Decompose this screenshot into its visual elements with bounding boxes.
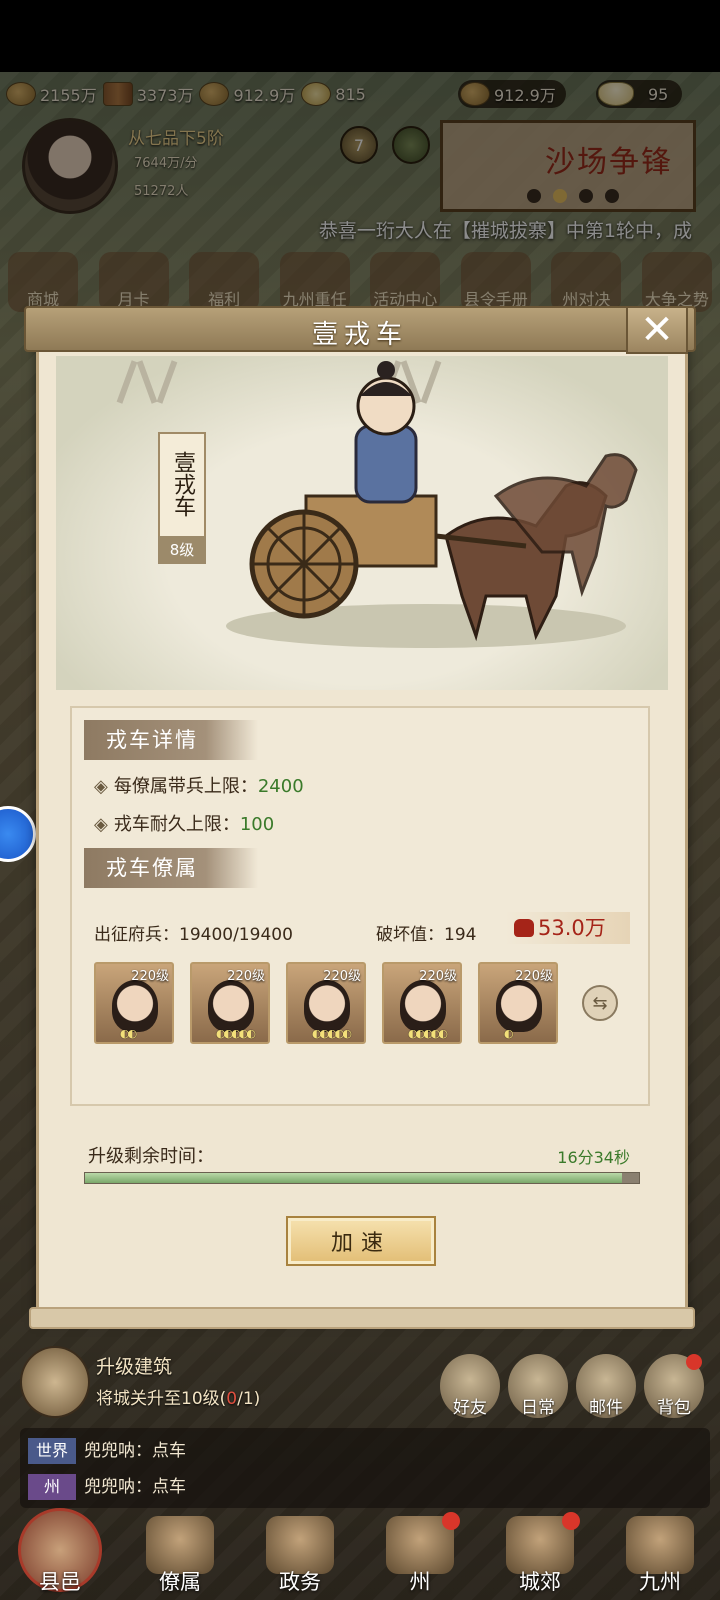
notification-dot	[442, 1512, 460, 1530]
officer-card[interactable]: 220级 ◐◐◐◐◐	[382, 962, 462, 1044]
power-value: 53.0万	[506, 912, 630, 944]
chat-box[interactable]: 世界 兜兜呐：点车 州兜兜呐：点车	[20, 1428, 710, 1508]
chat-message: 州兜兜呐：点车	[28, 1472, 186, 1500]
nav-state[interactable]: 州	[370, 1512, 470, 1596]
officer-card[interactable]: 220级 ◐◐◐◐◐	[190, 962, 270, 1044]
nav-county[interactable]: 县邑	[10, 1508, 110, 1596]
chat-message: 世界 兜兜呐：点车	[28, 1436, 186, 1464]
notification-dot	[562, 1512, 580, 1530]
channel-state-tag: 州	[28, 1474, 76, 1500]
chariot-illustration: 壹戎车 8级	[56, 356, 668, 690]
unit-level: 8级	[158, 536, 206, 564]
officer-list: 220级 ◐◐ 220级 ◐◐◐◐◐ 220级 ◐◐◐◐◐ 220级 ◐◐◐◐◐ 220…	[94, 962, 618, 1044]
friends-button[interactable]: 好友	[440, 1354, 500, 1418]
quest-tracker[interactable]: 升级建筑 将城关升至10级(0/1)	[20, 1346, 440, 1418]
nav-affairs[interactable]: 政务	[250, 1516, 350, 1596]
channel-world-tag: 世界	[28, 1438, 76, 1464]
officer-portrait	[304, 980, 350, 1032]
detail-troop-limit: ◈ 每僚属带兵上限：2400	[94, 776, 304, 797]
close-icon: ✕	[640, 307, 674, 353]
officers-heading: 戎车僚属	[84, 848, 258, 888]
quest-scroll-icon	[20, 1346, 90, 1418]
upgrade-timer-value: 16分34秒	[557, 1148, 630, 1167]
quest-description: 将城关升至10级(0/1)	[96, 1389, 261, 1409]
officer-card[interactable]: 220级 ◐◐	[94, 962, 174, 1044]
fence-decoration	[114, 360, 184, 404]
diamond-icon: ◈	[94, 776, 108, 797]
dialog-titlebar: 壹戎车 ✕	[24, 306, 696, 354]
officer-portrait	[400, 980, 446, 1032]
swap-officers-button[interactable]: ⇆	[582, 985, 618, 1021]
officer-card[interactable]: 220级 ◐	[478, 962, 558, 1044]
officer-card[interactable]: 220级 ◐◐◐◐◐	[286, 962, 366, 1044]
destroy-value: 破坏值：194	[376, 925, 477, 945]
upgrade-timer-label: 升级剩余时间：	[88, 1146, 214, 1167]
officer-portrait	[112, 980, 158, 1032]
speed-up-button[interactable]: 加速	[286, 1216, 436, 1266]
troop-count: 出征府兵：19400/19400	[94, 925, 293, 945]
details-card: 戎车详情 ◈ 每僚属带兵上限：2400 ◈ 戎车耐久上限：100 戎车僚属 出征府兵…	[70, 706, 650, 1106]
mail-button[interactable]: 邮件	[576, 1354, 636, 1418]
progress-fill	[85, 1173, 623, 1183]
diamond-icon: ◈	[94, 814, 108, 835]
fist-icon	[514, 919, 534, 937]
dialog-title: 壹戎车	[311, 320, 408, 350]
officer-portrait	[496, 980, 542, 1032]
details-heading: 戎车详情	[84, 720, 258, 760]
detail-durability: ◈ 戎车耐久上限：100	[94, 814, 275, 835]
bottom-navigation: 县邑 僚属 政务 州 城郊 九州	[0, 1508, 720, 1600]
upgrade-progress-bar	[84, 1172, 640, 1184]
nav-suburbs[interactable]: 城郊	[490, 1512, 590, 1596]
side-buttons: 好友 日常 邮件 背包	[440, 1354, 704, 1418]
quest-title: 升级建筑	[96, 1356, 173, 1378]
nav-jiuzhou[interactable]: 九州	[610, 1516, 710, 1596]
notification-dot	[686, 1354, 702, 1370]
close-button[interactable]: ✕	[626, 306, 688, 354]
swap-icon: ⇆	[592, 992, 608, 1014]
daily-button[interactable]: 日常	[508, 1354, 568, 1418]
status-bar	[0, 0, 720, 72]
bag-button[interactable]: 背包	[644, 1354, 704, 1418]
nav-officers[interactable]: 僚属	[130, 1516, 230, 1596]
chariot-image	[226, 361, 638, 648]
officer-portrait	[208, 980, 254, 1032]
